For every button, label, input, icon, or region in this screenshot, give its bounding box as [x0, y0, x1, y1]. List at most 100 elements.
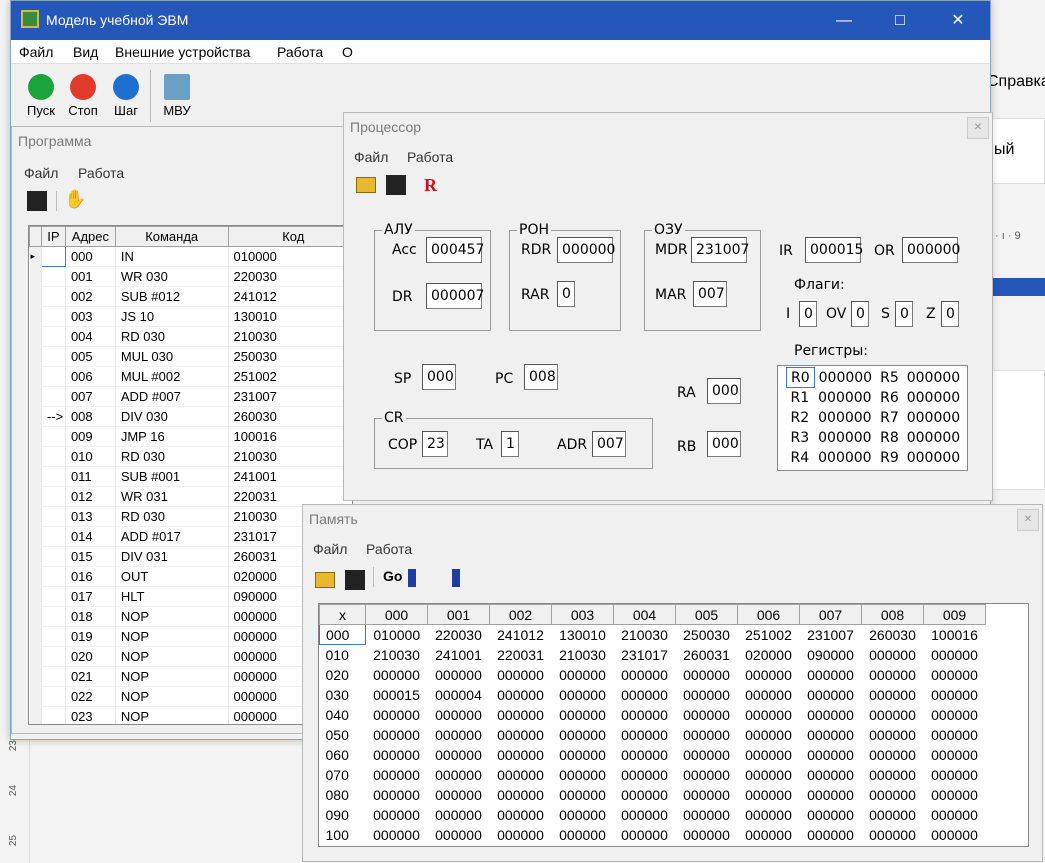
rdr-field[interactable]: 000000: [557, 237, 615, 263]
register-row[interactable]: R0 000000 R5 000000: [786, 367, 965, 388]
reset-icon[interactable]: R: [424, 175, 437, 196]
memory-cell[interactable]: 000000: [738, 705, 800, 725]
memory-cell[interactable]: 000000: [428, 765, 490, 785]
memory-cell[interactable]: 000000: [366, 745, 428, 765]
memory-cell[interactable]: 000000: [800, 785, 862, 805]
open-folder-icon[interactable]: [356, 177, 376, 193]
memory-cell[interactable]: 000000: [924, 705, 986, 725]
memory-cell[interactable]: 000000: [800, 705, 862, 725]
close-icon[interactable]: ✕: [935, 1, 981, 40]
memory-cell[interactable]: 241001: [428, 645, 490, 665]
memory-cell[interactable]: 000000: [428, 805, 490, 825]
memory-cell[interactable]: 260030: [862, 625, 924, 645]
memory-cell[interactable]: 250030: [676, 625, 738, 645]
memory-cell[interactable]: 000000: [614, 685, 676, 705]
memory-cell[interactable]: 000000: [800, 805, 862, 825]
memory-cell[interactable]: 210030: [366, 645, 428, 665]
program-row[interactable]: --> 008 DIV 030 260030: [29, 406, 352, 427]
memory-cell[interactable]: 000000: [924, 725, 986, 745]
memory-cell[interactable]: 000000: [428, 705, 490, 725]
memory-cell[interactable]: 000000: [614, 765, 676, 785]
memory-cell[interactable]: 100016: [924, 625, 986, 645]
io-devices-button[interactable]: МВУ: [157, 68, 197, 124]
memory-cell[interactable]: 000000: [614, 665, 676, 685]
memory-cell[interactable]: 220030: [428, 625, 490, 645]
memory-cell[interactable]: 000000: [614, 785, 676, 805]
title-bar[interactable]: Модель учебной ЭВМ — □ ✕: [11, 1, 990, 40]
memory-cell[interactable]: 000000: [552, 745, 614, 765]
memory-cell[interactable]: 241012: [490, 625, 552, 645]
memory-cell[interactable]: 000004: [428, 685, 490, 705]
program-row[interactable]: 006 MUL #002 251002: [29, 366, 352, 387]
open-folder-icon[interactable]: [315, 572, 335, 588]
memory-cell[interactable]: 251002: [738, 625, 800, 645]
memory-close-icon[interactable]: ✕: [1017, 509, 1039, 531]
memory-row[interactable]: 000 010000 220030 241012 130010 210030 250030 2…: [319, 624, 986, 645]
cop-field[interactable]: 23: [422, 431, 448, 457]
memory-cell[interactable]: 000000: [552, 685, 614, 705]
flag-i-field[interactable]: 0: [799, 301, 817, 327]
memory-cell[interactable]: 000000: [490, 805, 552, 825]
memory-cell[interactable]: 000000: [924, 665, 986, 685]
memory-cell[interactable]: 000000: [676, 745, 738, 765]
dr-field[interactable]: 000007: [426, 283, 484, 309]
mdr-field[interactable]: 231007: [691, 237, 749, 263]
memory-menu-file[interactable]: Файл: [313, 541, 347, 557]
memory-cell[interactable]: 000000: [862, 645, 924, 665]
memory-cell[interactable]: 000000: [428, 665, 490, 685]
memory-cell[interactable]: 000000: [614, 745, 676, 765]
memory-cell[interactable]: 000000: [552, 825, 614, 845]
memory-cell[interactable]: 000000: [366, 705, 428, 725]
memory-cell[interactable]: 231007: [800, 625, 862, 645]
memory-cell[interactable]: 000000: [862, 765, 924, 785]
program-menu-file[interactable]: Файл: [24, 165, 58, 181]
memory-row[interactable]: 060 000000 000000 000000 000000 000000 000000 0…: [319, 744, 986, 765]
memory-cell[interactable]: 000000: [614, 805, 676, 825]
memory-cell[interactable]: 000000: [614, 705, 676, 725]
memory-cell[interactable]: 000000: [862, 825, 924, 845]
memory-cell[interactable]: 210030: [552, 645, 614, 665]
goto-icon[interactable]: Go: [383, 568, 402, 584]
memory-cell[interactable]: 000000: [862, 705, 924, 725]
adr-field[interactable]: 007: [592, 431, 626, 457]
memory-cell[interactable]: 000000: [552, 785, 614, 805]
memory-cell[interactable]: 000000: [924, 745, 986, 765]
memory-cell[interactable]: 000000: [614, 825, 676, 845]
processor-menu-file[interactable]: Файл: [354, 149, 388, 165]
memory-cell[interactable]: 010000: [366, 625, 428, 645]
hand-icon[interactable]: ✋: [64, 189, 86, 210]
memory-cell[interactable]: 000000: [924, 825, 986, 845]
memory-cell[interactable]: 000000: [738, 825, 800, 845]
program-row[interactable]: 003 JS 10 130010: [29, 306, 352, 327]
maximize-icon[interactable]: □: [877, 1, 923, 40]
flag-ov-field[interactable]: 0: [851, 301, 869, 327]
memory-cell[interactable]: 130010: [552, 625, 614, 645]
memory-cell[interactable]: 000000: [428, 825, 490, 845]
memory-cell[interactable]: 000000: [738, 805, 800, 825]
memory-row[interactable]: 080 000000 000000 000000 000000 000000 000000 0…: [319, 784, 986, 805]
save-icon[interactable]: [27, 191, 47, 211]
memory-cell[interactable]: 090000: [800, 645, 862, 665]
step-button[interactable]: Шаг: [106, 68, 146, 124]
memory-cell[interactable]: 000000: [552, 725, 614, 745]
memory-cell[interactable]: 000000: [676, 685, 738, 705]
memory-cell[interactable]: 000000: [862, 665, 924, 685]
memory-row[interactable]: 010 210030 241001 220031 210030 231017 260031 0…: [319, 644, 986, 665]
memory-cell[interactable]: 000000: [676, 765, 738, 785]
mar-field[interactable]: 007: [693, 281, 727, 307]
rar-field[interactable]: 0: [557, 281, 575, 307]
memory-cell[interactable]: 000000: [862, 745, 924, 765]
memory-cell[interactable]: 000015: [366, 685, 428, 705]
memory-cell[interactable]: 000000: [862, 785, 924, 805]
program-row[interactable]: 001 WR 030 220030: [29, 266, 352, 287]
program-row[interactable]: 010 RD 030 210030: [29, 446, 352, 467]
memory-cell[interactable]: 000000: [800, 725, 862, 745]
register-row[interactable]: R1 000000 R6 000000: [787, 388, 965, 408]
processor-menu-work[interactable]: Работа: [407, 149, 453, 165]
insert-row-icon[interactable]: [408, 569, 430, 587]
memory-cell[interactable]: 000000: [924, 805, 986, 825]
memory-cell[interactable]: 000000: [428, 725, 490, 745]
or-field[interactable]: 000000: [902, 237, 960, 263]
memory-grid[interactable]: x 000 001 002 003 004 005 006 007 008 009 000 010000…: [318, 603, 1029, 847]
memory-cell[interactable]: 231017: [614, 645, 676, 665]
